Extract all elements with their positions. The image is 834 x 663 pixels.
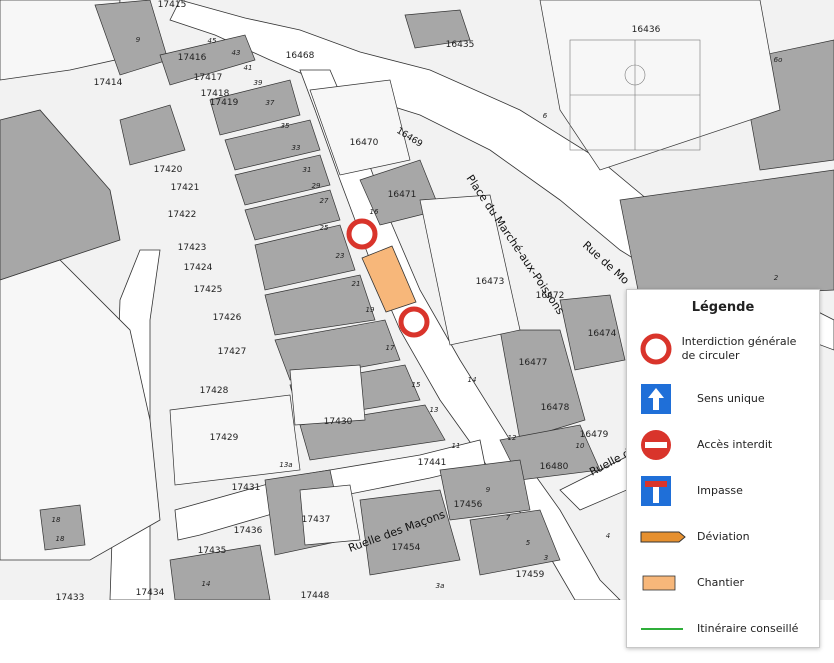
- svg-text:3a: 3a: [436, 582, 445, 590]
- one-way-arrow-icon: [641, 384, 671, 414]
- map-legend: Légende Interdiction générale de circule…: [626, 289, 820, 648]
- svg-text:17427: 17427: [218, 347, 247, 357]
- svg-text:16470: 16470: [350, 138, 379, 148]
- svg-text:23: 23: [336, 252, 345, 260]
- svg-text:35: 35: [281, 122, 290, 130]
- svg-text:6: 6: [543, 112, 548, 120]
- construction-area-icon: [642, 575, 676, 591]
- no-access-sign-icon: [641, 430, 671, 460]
- legend-item-impasse: Impasse: [639, 474, 811, 508]
- legend-label: Accès interdit: [697, 438, 773, 451]
- svg-text:18: 18: [56, 535, 65, 543]
- svg-text:45: 45: [208, 37, 217, 45]
- svg-text:17415: 17415: [158, 0, 187, 10]
- svg-text:17419: 17419: [210, 98, 239, 108]
- svg-text:17426: 17426: [213, 313, 242, 323]
- svg-text:13: 13: [430, 406, 439, 414]
- svg-text:11: 11: [452, 442, 461, 450]
- recommended-route-icon: [641, 628, 683, 630]
- legend-item-deviation: Déviation: [639, 520, 811, 554]
- svg-text:16468: 16468: [286, 51, 315, 61]
- svg-text:7: 7: [506, 514, 511, 522]
- svg-text:16471: 16471: [388, 190, 417, 200]
- legend-label: Impasse: [697, 484, 743, 497]
- svg-text:17421: 17421: [171, 183, 200, 193]
- svg-text:13a: 13a: [279, 461, 292, 469]
- svg-text:41: 41: [244, 64, 253, 72]
- legend-item-itineraire: Itinéraire conseillé: [639, 612, 811, 646]
- legend-label: Déviation: [697, 530, 750, 543]
- svg-text:17424: 17424: [184, 263, 213, 273]
- svg-text:17417: 17417: [194, 73, 223, 83]
- svg-text:39: 39: [254, 79, 263, 87]
- legend-label: Interdiction générale de circuler: [681, 335, 797, 362]
- svg-text:15: 15: [412, 381, 421, 389]
- svg-text:9: 9: [486, 486, 491, 494]
- svg-text:17434: 17434: [136, 588, 165, 598]
- svg-text:17423: 17423: [178, 243, 207, 253]
- svg-text:16436: 16436: [632, 25, 661, 35]
- svg-text:17437: 17437: [302, 515, 331, 525]
- svg-text:16480: 16480: [540, 462, 569, 472]
- svg-text:17454: 17454: [392, 543, 421, 553]
- svg-text:17416: 17416: [178, 53, 207, 63]
- svg-text:17429: 17429: [210, 433, 239, 443]
- svg-text:10: 10: [576, 442, 585, 450]
- svg-text:18: 18: [52, 516, 61, 524]
- svg-text:17441: 17441: [418, 458, 447, 468]
- svg-text:9: 9: [136, 36, 141, 44]
- svg-text:17425: 17425: [194, 285, 223, 295]
- svg-text:33: 33: [292, 144, 301, 152]
- svg-text:43: 43: [232, 49, 241, 57]
- svg-text:16474: 16474: [588, 329, 617, 339]
- legend-item-acces-interdit: Accès interdit: [639, 428, 811, 462]
- legend-item-sens-unique: Sens unique: [639, 382, 811, 416]
- svg-text:17435: 17435: [198, 546, 227, 556]
- svg-text:17422: 17422: [168, 210, 197, 220]
- svg-text:17: 17: [386, 344, 395, 352]
- svg-text:16: 16: [370, 208, 379, 216]
- svg-text:17433: 17433: [56, 593, 85, 600]
- svg-text:16479: 16479: [580, 430, 609, 440]
- svg-text:16478: 16478: [541, 403, 570, 413]
- svg-text:2: 2: [774, 274, 779, 282]
- legend-title: Légende: [691, 300, 755, 315]
- svg-text:21: 21: [352, 280, 361, 288]
- svg-text:16435: 16435: [446, 40, 475, 50]
- svg-text:17431: 17431: [232, 483, 261, 493]
- legend-label: Itinéraire conseillé: [697, 622, 799, 635]
- svg-text:17448: 17448: [301, 591, 330, 600]
- legend-item-chantier: Chantier: [639, 566, 811, 600]
- dead-end-sign-icon: [641, 476, 671, 506]
- svg-text:37: 37: [266, 99, 275, 107]
- no-entry-circle-icon: [640, 333, 672, 365]
- svg-text:4: 4: [606, 532, 610, 540]
- svg-text:17456: 17456: [454, 500, 483, 510]
- svg-text:29: 29: [312, 182, 321, 190]
- legend-item-interdiction: Interdiction générale de circuler: [639, 332, 811, 366]
- legend-label: Chantier: [697, 576, 745, 589]
- svg-text:16473: 16473: [476, 277, 505, 287]
- svg-text:17420: 17420: [154, 165, 183, 175]
- legend-label: Sens unique: [697, 392, 765, 405]
- svg-text:3: 3: [544, 554, 548, 562]
- svg-text:16477: 16477: [519, 358, 548, 368]
- svg-text:17459: 17459: [516, 570, 545, 580]
- deviation-arrow-icon: [640, 531, 686, 543]
- svg-text:25: 25: [320, 224, 329, 232]
- svg-text:12: 12: [508, 434, 517, 442]
- svg-text:17430: 17430: [324, 417, 353, 427]
- svg-text:17428: 17428: [200, 386, 229, 396]
- svg-text:6o: 6o: [774, 56, 783, 64]
- svg-text:31: 31: [303, 166, 312, 174]
- svg-text:5: 5: [526, 539, 531, 547]
- svg-text:19: 19: [366, 306, 375, 314]
- svg-text:14: 14: [468, 376, 477, 384]
- svg-text:14: 14: [202, 580, 211, 588]
- svg-text:27: 27: [320, 197, 329, 205]
- svg-text:17436: 17436: [234, 526, 263, 536]
- svg-text:17414: 17414: [94, 78, 123, 88]
